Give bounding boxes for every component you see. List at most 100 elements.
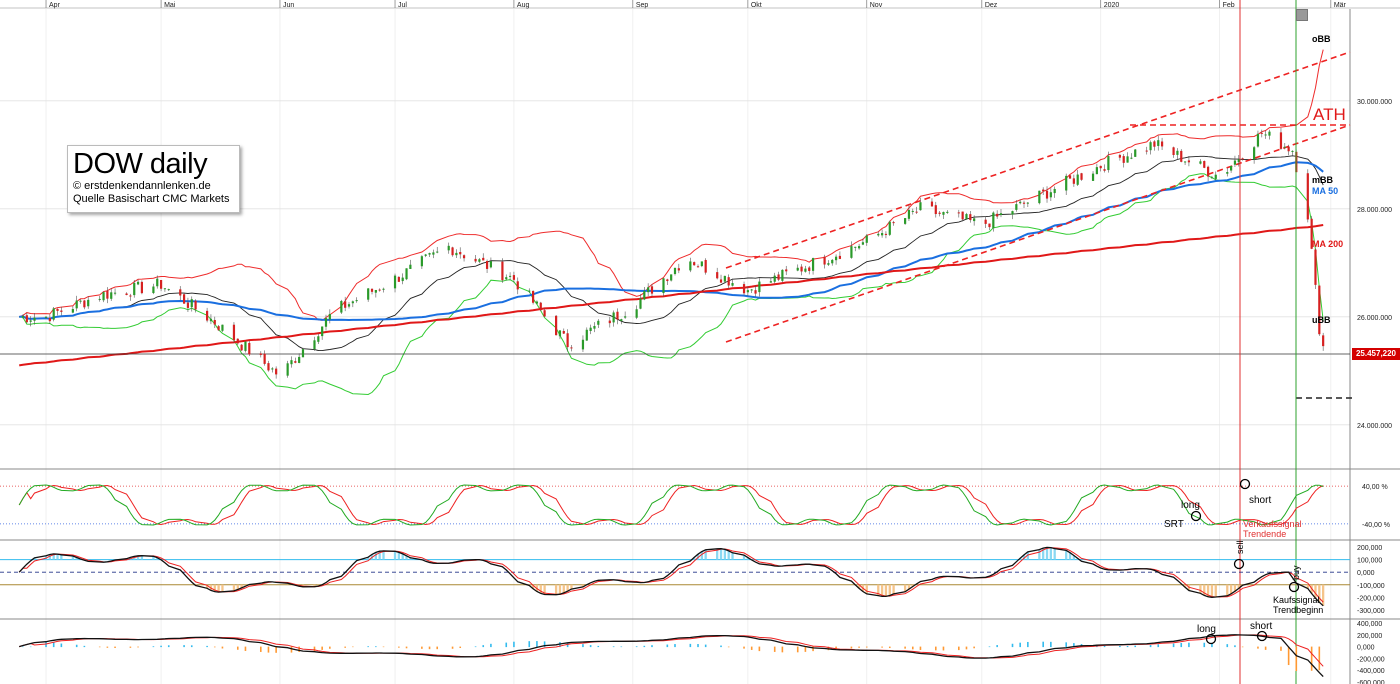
candle-body bbox=[800, 266, 803, 272]
candle-body bbox=[650, 286, 654, 294]
candle-body bbox=[1153, 141, 1156, 147]
price-tick-label: 28.000.000 bbox=[1357, 207, 1392, 214]
candle-body bbox=[865, 235, 868, 243]
candle-body bbox=[206, 310, 209, 321]
candle-body bbox=[286, 363, 289, 376]
price-tick-label: 26.000.000 bbox=[1357, 315, 1392, 322]
candle-body bbox=[1314, 249, 1317, 285]
candle-body bbox=[275, 368, 278, 375]
hist-bar bbox=[674, 644, 676, 648]
candle-body bbox=[1045, 190, 1049, 199]
candle-body bbox=[179, 289, 182, 296]
hist-bar bbox=[275, 646, 277, 653]
chart-scroll-handle-icon[interactable] bbox=[1296, 9, 1308, 21]
candle-body bbox=[351, 301, 354, 304]
candle-body bbox=[1187, 160, 1191, 163]
candle-body bbox=[1279, 132, 1283, 149]
month-label: Dez bbox=[985, 2, 998, 9]
candle-body bbox=[106, 290, 109, 299]
candle-body bbox=[566, 333, 569, 348]
candle-body bbox=[904, 218, 907, 224]
candle-body bbox=[589, 327, 592, 331]
candle-body bbox=[1230, 165, 1233, 171]
hist-bar bbox=[1287, 646, 1290, 666]
hist-bar bbox=[421, 646, 423, 649]
hist-bar bbox=[597, 645, 600, 648]
hist-bar bbox=[1257, 646, 1259, 649]
candle-body bbox=[570, 347, 573, 349]
candle-body bbox=[355, 300, 358, 302]
candle-body bbox=[1233, 160, 1237, 165]
candle-body bbox=[727, 277, 730, 286]
candle-body bbox=[1157, 140, 1160, 146]
candle-body bbox=[263, 353, 266, 364]
hist-bar bbox=[1011, 643, 1014, 648]
candle-body bbox=[505, 277, 508, 280]
candle-body bbox=[60, 310, 63, 312]
candle-body bbox=[930, 201, 934, 207]
candle-body bbox=[508, 275, 512, 277]
macd-trendbeginn-label: Trendbeginn bbox=[1273, 605, 1323, 615]
osc-srt-label: SRT bbox=[1164, 519, 1184, 530]
month-label: 2020 bbox=[1104, 2, 1120, 9]
candle-body bbox=[290, 360, 293, 365]
candle-body bbox=[113, 292, 117, 294]
hist-bar bbox=[137, 646, 139, 648]
candle-body bbox=[328, 313, 331, 320]
hist-bar bbox=[1264, 646, 1267, 650]
candle-body bbox=[1172, 147, 1175, 155]
candle-body bbox=[1019, 201, 1022, 204]
candle-body bbox=[957, 212, 960, 214]
hist-bar bbox=[405, 646, 408, 649]
hist-bar bbox=[973, 646, 975, 649]
candle-body bbox=[555, 315, 558, 336]
hist-bar bbox=[697, 644, 699, 648]
candle-body bbox=[232, 324, 236, 341]
hist-bar bbox=[1172, 643, 1175, 648]
candle-body bbox=[1126, 156, 1129, 163]
macd-sell-label: sell bbox=[1235, 540, 1245, 554]
candle-body bbox=[98, 298, 101, 300]
candle-body bbox=[367, 288, 370, 300]
candle-body bbox=[455, 252, 458, 256]
candle-body bbox=[29, 320, 32, 322]
candle-body bbox=[459, 252, 462, 255]
hist-bar bbox=[474, 646, 477, 648]
candle-body bbox=[213, 319, 216, 325]
candle-body bbox=[1103, 169, 1106, 171]
hist-bar bbox=[505, 642, 508, 648]
hist-bar bbox=[329, 646, 331, 649]
candle-body bbox=[965, 214, 968, 220]
candle-body bbox=[420, 256, 423, 267]
candle-body bbox=[240, 344, 243, 351]
hist-bar bbox=[1234, 645, 1236, 648]
hist-bar bbox=[167, 645, 170, 648]
macd-tick-label: 100,000 bbox=[1357, 558, 1382, 565]
candle-body bbox=[808, 267, 811, 271]
hist-bar bbox=[635, 646, 638, 648]
candle-body bbox=[1053, 188, 1056, 194]
candle-body bbox=[769, 281, 772, 283]
hist-bar bbox=[152, 646, 155, 648]
candle-body bbox=[838, 255, 842, 259]
hist-bar bbox=[911, 646, 914, 650]
hist-bar bbox=[881, 646, 883, 648]
hist-bar bbox=[1180, 642, 1183, 648]
candle-body bbox=[973, 218, 976, 222]
osc-short-label: short bbox=[1249, 495, 1271, 506]
candle-body bbox=[1072, 178, 1075, 184]
candle-body bbox=[731, 283, 734, 286]
candle-body bbox=[539, 302, 542, 311]
hist-bar bbox=[259, 646, 262, 652]
macd-tick-label: -100,000 bbox=[1357, 583, 1385, 590]
hist-bar bbox=[513, 641, 515, 648]
candle-body bbox=[298, 356, 301, 363]
candle-body bbox=[1226, 172, 1229, 174]
candle-body bbox=[528, 290, 531, 292]
candle-body bbox=[750, 289, 753, 291]
candle-body bbox=[209, 318, 213, 322]
candle-body bbox=[850, 246, 853, 258]
candle-body bbox=[1253, 147, 1256, 160]
candle-body bbox=[746, 290, 749, 293]
candle-body bbox=[33, 317, 36, 321]
